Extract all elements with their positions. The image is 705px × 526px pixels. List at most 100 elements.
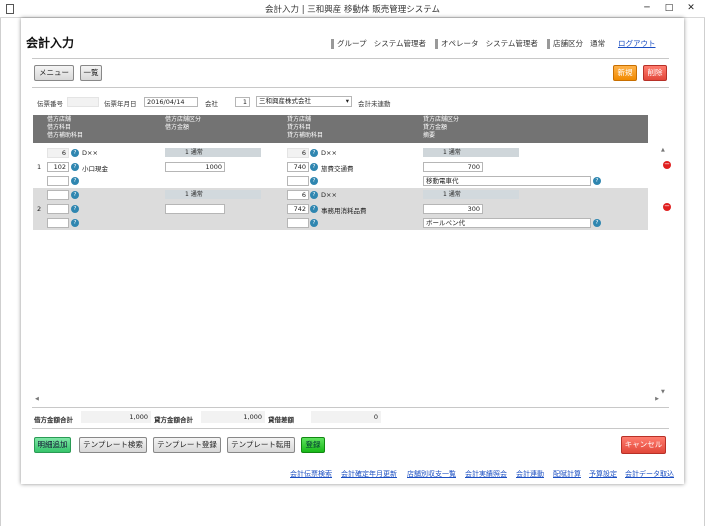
company-select[interactable]: 三和興産株式会社 xyxy=(256,96,352,107)
lookup-icon[interactable]: ? xyxy=(71,177,79,185)
row-number: 2 xyxy=(37,205,42,213)
table-row: 2 ? ? ? 1 通常 6 ? D×× 742 ? 事務用消耗品費 ? 1 通… xyxy=(33,188,671,230)
footer-link-allocation[interactable]: 配賦計算 xyxy=(553,469,581,479)
divider xyxy=(32,58,669,59)
footer-link-data-import[interactable]: 会計データ取込 xyxy=(625,469,674,479)
debit-sub-code[interactable] xyxy=(47,218,69,228)
group-info: グループ システム管理者 xyxy=(331,38,426,49)
lookup-icon[interactable]: ? xyxy=(593,219,601,227)
credit-store-name: D×× xyxy=(321,149,337,157)
credit-store-code[interactable]: 6 xyxy=(287,190,309,200)
operator-value: システム管理者 xyxy=(485,39,538,48)
debit-store-code[interactable] xyxy=(47,190,69,200)
credit-sub-code[interactable] xyxy=(287,176,309,186)
window-titlebar: 会計入力 | 三和興産 移動体 販売管理システム ─ □ ✕ xyxy=(0,0,705,18)
credit-total-label: 貸方金額合計 xyxy=(154,416,193,424)
memo-field[interactable]: 移動電車代 xyxy=(423,176,591,186)
new-button[interactable]: 新規 xyxy=(613,65,637,81)
divider xyxy=(32,428,669,429)
template-search-button[interactable]: テンプレート検索 xyxy=(79,437,147,453)
cancel-button[interactable]: キャンセル xyxy=(621,436,666,454)
debit-store-class[interactable]: 1 通常 xyxy=(165,190,261,199)
company-code-field[interactable]: 1 xyxy=(235,97,250,107)
credit-store-class[interactable]: 1 通常 xyxy=(423,190,519,199)
vertical-scrollbar[interactable]: ▲ ▼ xyxy=(661,147,669,395)
debit-total-value: 1,000 xyxy=(81,411,151,423)
scroll-left-icon[interactable]: ◀ xyxy=(35,396,39,402)
page-title: 会計入力 xyxy=(26,36,75,50)
footer-link-slip-search[interactable]: 会計伝票検索 xyxy=(290,469,332,479)
lookup-icon[interactable]: ? xyxy=(310,191,318,199)
credit-sub-code[interactable] xyxy=(287,218,309,228)
debit-account-code[interactable]: 102 xyxy=(47,162,69,172)
table-row: 1 6 ? D×× 102 ? 小口現金 ? 1 通常 1000 6 ? D××… xyxy=(33,146,671,188)
credit-amount[interactable]: 300 xyxy=(423,204,483,214)
credit-account-code[interactable]: 742 xyxy=(287,204,309,214)
close-button[interactable]: ✕ xyxy=(684,2,698,14)
lookup-icon[interactable]: ? xyxy=(310,219,318,227)
horizontal-scrollbar[interactable]: ◀ ▶ xyxy=(33,396,661,404)
add-line-button[interactable]: 明細追加 xyxy=(34,437,71,453)
header-credit-cls: 貸方店舗区分 貸方金額 摘要 xyxy=(423,116,460,139)
app-panel: 会計入力 グループ システム管理者 オペレータ システム管理者 店舗区分 通常 … xyxy=(21,18,684,484)
scroll-up-icon[interactable]: ▲ xyxy=(661,147,665,153)
memo-field[interactable]: ボールペン代 xyxy=(423,218,591,228)
lookup-icon[interactable]: ? xyxy=(71,219,79,227)
company-label: 会社 xyxy=(205,100,218,108)
maximize-button[interactable]: □ xyxy=(662,2,676,14)
credit-account-code[interactable]: 740 xyxy=(287,162,309,172)
store-value: 通常 xyxy=(590,39,606,48)
template-apply-button[interactable]: テンプレート転用 xyxy=(227,437,295,453)
delete-button[interactable]: 削除 xyxy=(643,65,667,81)
divider xyxy=(32,87,669,88)
footer-link-results[interactable]: 会計実績照会 xyxy=(465,469,507,479)
logout-link[interactable]: ログアウト xyxy=(618,38,656,49)
debit-store-name: D×× xyxy=(82,149,98,157)
header-debit: 借方店舗 借方科目 借方補助科目 xyxy=(47,116,84,139)
footer-link-budget[interactable]: 予算設定 xyxy=(589,469,617,479)
operator-info: オペレータ システム管理者 xyxy=(435,38,538,49)
debit-store-code[interactable]: 6 xyxy=(47,148,69,158)
lookup-icon[interactable]: ? xyxy=(71,205,79,213)
debit-account-name: 小口現金 xyxy=(82,165,108,173)
group-label: グループ xyxy=(337,39,367,48)
row-number: 1 xyxy=(37,163,42,171)
window-title: 会計入力 | 三和興産 移動体 販売管理システム xyxy=(265,5,440,15)
debit-amount[interactable] xyxy=(165,204,225,214)
debit-account-code[interactable] xyxy=(47,204,69,214)
store-info: 店舗区分 通常 xyxy=(547,38,605,49)
credit-account-name: 旅費交通費 xyxy=(321,165,354,173)
slip-date-field[interactable]: 2016/04/14 xyxy=(144,97,198,107)
credit-amount[interactable]: 700 xyxy=(423,162,483,172)
diff-value: 0 xyxy=(311,411,381,423)
credit-account-name: 事務用消耗品費 xyxy=(321,207,367,215)
lookup-icon[interactable]: ? xyxy=(71,191,79,199)
lookup-icon[interactable]: ? xyxy=(310,205,318,213)
footer-link-store-pl[interactable]: 店舗別収支一覧 xyxy=(407,469,456,479)
lookup-icon[interactable]: ? xyxy=(310,177,318,185)
list-button[interactable]: 一覧 xyxy=(80,65,102,81)
lookup-icon[interactable]: ? xyxy=(71,149,79,157)
credit-store-name: D×× xyxy=(321,191,337,199)
register-button[interactable]: 登録 xyxy=(301,437,325,453)
menu-button[interactable]: メニュー xyxy=(34,65,74,81)
lookup-icon[interactable]: ? xyxy=(310,149,318,157)
lookup-icon[interactable]: ? xyxy=(310,163,318,171)
minimize-button[interactable]: ─ xyxy=(640,2,654,14)
debit-sub-code[interactable] xyxy=(47,176,69,186)
header-credit: 貸方店舗 貸方科目 貸方補助科目 xyxy=(287,116,324,139)
lookup-icon[interactable]: ? xyxy=(593,177,601,185)
link-status: 会計未連動 xyxy=(358,100,391,108)
credit-store-class[interactable]: 1 通常 xyxy=(423,148,519,157)
scroll-down-icon[interactable]: ▼ xyxy=(661,389,665,395)
footer-link-period-update[interactable]: 会計確定年月更新 xyxy=(341,469,397,479)
debit-store-class[interactable]: 1 通常 xyxy=(165,148,261,157)
template-register-button[interactable]: テンプレート登録 xyxy=(153,437,221,453)
slip-no-field[interactable] xyxy=(67,97,99,107)
footer-link-accounting-link[interactable]: 会計連動 xyxy=(516,469,544,479)
debit-amount[interactable]: 1000 xyxy=(165,162,225,172)
store-label: 店舗区分 xyxy=(553,39,583,48)
scroll-right-icon[interactable]: ▶ xyxy=(655,396,659,402)
lookup-icon[interactable]: ? xyxy=(71,163,79,171)
credit-store-code[interactable]: 6 xyxy=(287,148,309,158)
